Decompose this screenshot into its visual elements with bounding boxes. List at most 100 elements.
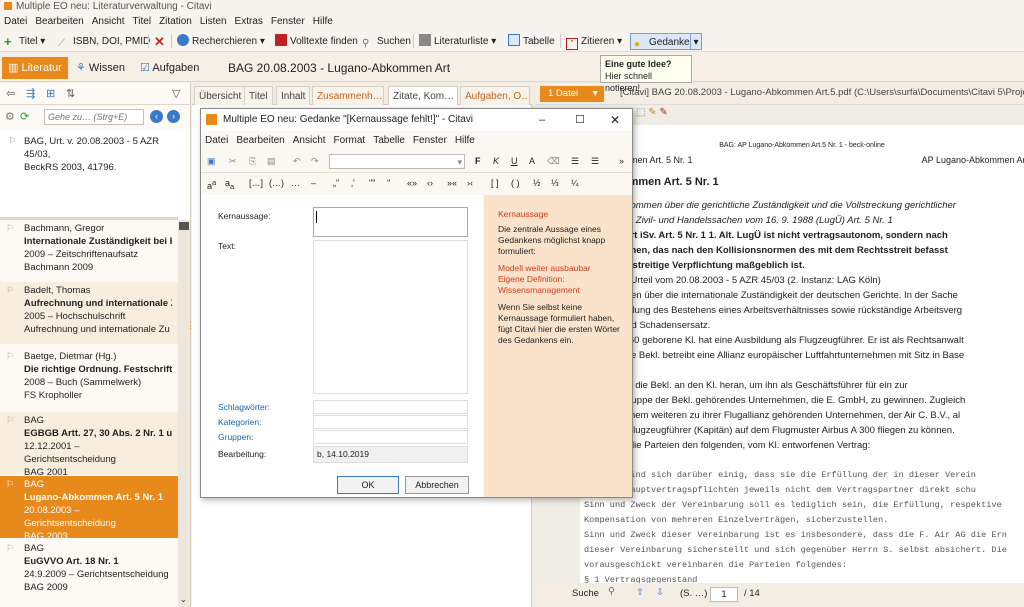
gruppen-field[interactable]	[313, 430, 468, 444]
maximize-icon[interactable]: ☐	[575, 109, 585, 131]
numbered-list-icon[interactable]: ☰	[591, 151, 599, 171]
dlg-menu-tabelle[interactable]: Tabelle	[369, 133, 409, 149]
splitter-grip[interactable]: ⋮	[186, 321, 195, 330]
redo-icon[interactable]: ↷	[311, 151, 319, 171]
nav-list-icon[interactable]: ⇶	[26, 87, 35, 100]
recherchieren-button[interactable]: Recherchieren ▾	[177, 33, 265, 50]
dash-icon[interactable]: –	[311, 173, 316, 193]
tab-zitate[interactable]: Zitate, Kom…	[388, 86, 458, 105]
font-size-icon[interactable]: A	[529, 151, 535, 171]
dlg-menu-datei[interactable]: Datei	[201, 133, 232, 149]
highlight-icon[interactable]: ✎	[648, 107, 656, 118]
dlg-menu-hilfe[interactable]: Hilfe	[451, 133, 479, 149]
tab-aufgaben[interactable]: ☑ Aufgaben	[134, 57, 205, 79]
clear-format-icon[interactable]: ⌫	[547, 151, 560, 171]
list-item[interactable]: ⚐ Bachmann, Gregor Internationale Zustän…	[0, 220, 178, 282]
single-quotes-de-icon[interactable]: ‚'	[351, 173, 355, 193]
list-item-selected[interactable]: ⚐ BAG Lugano-Abkommen Art. 5 Nr. 1 20.08…	[0, 476, 178, 542]
next-icon[interactable]: ›	[167, 110, 180, 123]
filter-icon[interactable]: ▽	[172, 87, 180, 100]
group-icon[interactable]: ⊞	[46, 87, 55, 100]
tab-titel[interactable]: Titel	[244, 86, 273, 105]
volltexte-button[interactable]: Volltexte finden	[275, 33, 358, 50]
tabelle-button[interactable]: Tabelle	[508, 33, 555, 50]
next-result-icon[interactable]: ⇩	[656, 587, 664, 598]
paste-icon[interactable]: ▤	[267, 151, 276, 171]
brackets-icon[interactable]: [ ]	[491, 173, 499, 193]
list-item[interactable]: ⚐ Baetge, Dietmar (Hg.) Die richtige Ord…	[0, 348, 178, 410]
text-editor[interactable]	[313, 240, 468, 394]
cut-icon[interactable]: ✂	[229, 151, 237, 171]
italic-icon[interactable]: K	[493, 151, 499, 171]
delete-icon[interactable]: ✕	[154, 33, 165, 50]
menu-fenster[interactable]: Fenster	[267, 14, 309, 30]
dlg-menu-format[interactable]: Format	[330, 133, 370, 149]
menu-titel[interactable]: Titel	[129, 14, 156, 30]
ellipsis-icon[interactable]: …	[291, 173, 300, 193]
guillemets-icon[interactable]: «»	[407, 173, 417, 193]
select-icon[interactable]: ⬚	[636, 107, 645, 118]
tab-zusammenhang[interactable]: Zusammenh…	[312, 86, 384, 105]
overflow-icon[interactable]: »	[619, 151, 624, 171]
scroll-down-icon[interactable]: ⌄	[180, 595, 187, 604]
menu-datei[interactable]: Datei	[0, 14, 31, 30]
copy-icon[interactable]: ⎘	[249, 151, 256, 171]
ok-button[interactable]: OK	[337, 476, 399, 494]
zitieren-button[interactable]: " Zitieren ▾	[566, 33, 622, 50]
dlg-menu-fenster[interactable]: Fenster	[409, 133, 451, 149]
cancel-button[interactable]: Abbrechen	[405, 476, 469, 494]
search-input[interactable]	[44, 109, 144, 125]
kernaussage-input[interactable]	[313, 207, 468, 237]
half-icon[interactable]: ½	[533, 173, 541, 193]
menu-zitation[interactable]: Zitation	[155, 14, 196, 30]
file-selector[interactable]: 1 Datei ▾	[540, 86, 604, 102]
underline-icon[interactable]: U	[511, 151, 518, 171]
close-icon[interactable]: ✕	[610, 109, 620, 131]
kategorien-field[interactable]	[313, 415, 468, 429]
menu-listen[interactable]: Listen	[196, 14, 231, 30]
list-item[interactable]: ⚐ BAG EuGVVO Art. 18 Nr. 1 24.9.2009 – G…	[0, 540, 178, 602]
quarter-icon[interactable]: ¼	[571, 173, 579, 193]
menu-bearbeiten[interactable]: Bearbeiten	[31, 14, 87, 30]
page-number-input[interactable]: 1	[710, 587, 738, 602]
single-guillemets-icon[interactable]: ‹›	[427, 173, 433, 193]
menu-extras[interactable]: Extras	[231, 14, 267, 30]
parens-icon[interactable]: ( )	[511, 173, 520, 193]
reverse-guillemets-icon[interactable]: »«	[447, 173, 457, 193]
quotes-en-icon[interactable]: ""	[369, 173, 375, 193]
sort-icon[interactable]: ⇅	[66, 87, 75, 100]
tab-literatur[interactable]: ▥ Literatur	[2, 57, 68, 79]
prev-result-icon[interactable]: ⇧	[636, 587, 644, 598]
search-icon[interactable]: ⚲	[608, 586, 615, 597]
list-item[interactable]: ⚐ BAG EGBGB Artt. 27, 30 Abs. 2 Nr. 1 un…	[0, 412, 178, 478]
refresh-icon[interactable]: ⟳	[20, 110, 29, 123]
superscript-icon[interactable]: aa	[207, 173, 216, 196]
list-item[interactable]: ⚐ Badelt, Thomas Aufrechnung und interna…	[0, 282, 178, 344]
schlagwoerter-field[interactable]	[313, 400, 468, 414]
gedanke-dropdown-button[interactable]: ▾	[690, 33, 702, 50]
dlg-menu-bearbeiten[interactable]: Bearbeiten	[232, 133, 288, 149]
quotes-de-icon[interactable]: „"	[333, 173, 339, 193]
ellipsis-bracket-icon[interactable]: […]	[249, 173, 263, 193]
single-quotes-en-icon[interactable]: ''	[387, 173, 390, 193]
tab-uebersicht[interactable]: Übersicht	[194, 86, 247, 105]
tab-aufgaben-orte[interactable]: Aufgaben, O…	[460, 86, 530, 105]
scrollbar[interactable]: ⌄	[178, 220, 190, 607]
scroll-up-icon[interactable]	[179, 222, 189, 230]
nav-back-icon[interactable]: ⇦	[6, 87, 15, 100]
reverse-single-guillemets-icon[interactable]: ›‹	[467, 173, 473, 193]
undo-icon[interactable]: ↶	[293, 151, 301, 171]
schlagwoerter-link[interactable]: Schlagwörter:	[218, 402, 270, 412]
save-icon[interactable]: ▣	[207, 151, 216, 171]
kategorien-link[interactable]: Kategorien:	[218, 417, 261, 427]
pen-icon[interactable]: ✎	[659, 107, 667, 118]
dlg-menu-ansicht[interactable]: Ansicht	[289, 133, 330, 149]
menu-ansicht[interactable]: Ansicht	[88, 14, 129, 30]
tab-wissen[interactable]: ⚘ Wissen	[70, 57, 131, 79]
bullet-list-icon[interactable]: ☰	[571, 151, 579, 171]
third-icon[interactable]: ⅓	[551, 173, 559, 193]
minimize-icon[interactable]: –	[539, 109, 545, 131]
suchen-button[interactable]: ⚲ Suchen	[362, 33, 411, 50]
tab-inhalt[interactable]: Inhalt	[276, 86, 311, 105]
isbn-button[interactable]: ⟋ ISBN, DOI, PMID	[58, 33, 150, 50]
